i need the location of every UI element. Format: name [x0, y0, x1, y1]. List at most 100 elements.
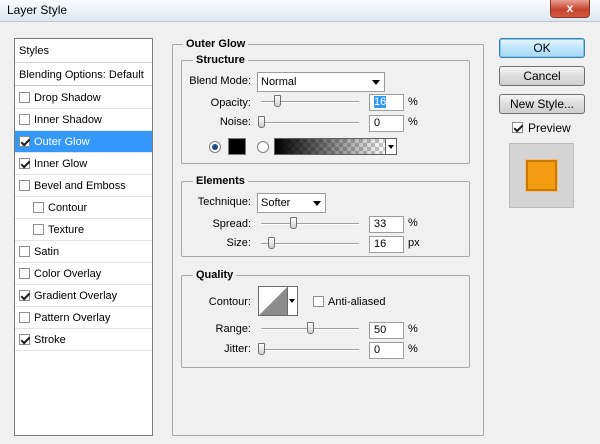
preview-checkbox[interactable] — [512, 122, 523, 133]
styles-header[interactable]: Styles — [15, 39, 152, 63]
inner-glow-checkbox[interactable] — [19, 158, 30, 169]
ok-button[interactable]: OK — [499, 38, 585, 58]
style-item-satin[interactable]: Satin — [15, 241, 152, 263]
style-item-label: Texture — [48, 224, 85, 236]
close-icon: x — [566, 1, 574, 15]
opacity-value: 16 — [374, 96, 387, 108]
opacity-unit: % — [408, 96, 418, 108]
style-preview — [509, 143, 574, 208]
slider-track — [261, 349, 359, 351]
slider-thumb[interactable] — [258, 116, 265, 128]
range-slider[interactable] — [261, 322, 359, 334]
style-item-label: Pattern Overlay — [34, 312, 111, 324]
style-item-outer-glow[interactable]: Outer Glow — [15, 131, 152, 153]
outer-glow-checkbox[interactable] — [19, 136, 30, 147]
glow-gradient-picker[interactable] — [274, 138, 386, 155]
size-slider[interactable] — [261, 237, 359, 249]
technique-dropdown[interactable]: Softer — [257, 193, 326, 213]
glow-color-swatch[interactable] — [228, 138, 246, 155]
slider-thumb[interactable] — [307, 322, 314, 334]
contour-dropdown-button[interactable] — [288, 286, 298, 316]
blending-options-label: Blending Options: Default — [19, 69, 144, 81]
contour-checkbox[interactable] — [33, 202, 44, 213]
spread-label: Spread: — [212, 218, 251, 230]
style-item-color-overlay[interactable]: Color Overlay — [15, 263, 152, 285]
jitter-unit: % — [408, 343, 418, 355]
style-item-pattern-overlay[interactable]: Pattern Overlay — [15, 307, 152, 329]
structure-title: Structure — [193, 54, 248, 66]
noise-slider[interactable] — [258, 116, 359, 128]
jitter-label: Jitter: — [224, 343, 251, 355]
technique-value: Softer — [261, 197, 291, 209]
style-item-label: Stroke — [34, 334, 66, 346]
close-button[interactable]: x — [550, 0, 590, 18]
outer-glow-title: Outer Glow — [183, 38, 249, 50]
style-item-gradient-overlay[interactable]: Gradient Overlay — [15, 285, 152, 307]
style-item-drop-shadow[interactable]: Drop Shadow — [15, 87, 152, 109]
style-item-bevel-emboss[interactable]: Bevel and Emboss — [15, 175, 152, 197]
style-item-label: Gradient Overlay — [34, 290, 118, 302]
style-item-label: Satin — [34, 246, 60, 258]
range-value: 50 — [374, 324, 387, 336]
elements-title: Elements — [193, 175, 248, 187]
bevel-emboss-checkbox[interactable] — [19, 180, 30, 191]
quality-title: Quality — [193, 269, 237, 281]
size-input[interactable]: 16 — [369, 236, 404, 253]
new-style-button[interactable]: New Style... — [499, 94, 585, 114]
window-title: Layer Style — [7, 3, 68, 17]
spread-input[interactable]: 33 — [369, 216, 404, 233]
style-item-contour[interactable]: Contour — [15, 197, 152, 219]
color-overlay-checkbox[interactable] — [19, 268, 30, 279]
drop-shadow-checkbox[interactable] — [19, 92, 30, 103]
spread-unit: % — [408, 217, 418, 229]
satin-checkbox[interactable] — [19, 246, 30, 257]
jitter-input[interactable]: 0 — [369, 342, 404, 359]
contour-preview[interactable] — [258, 286, 288, 316]
anti-aliased-label: Anti-aliased — [328, 296, 386, 308]
size-value: 16 — [374, 238, 387, 250]
inner-shadow-checkbox[interactable] — [19, 114, 30, 125]
opacity-input[interactable]: 16 — [369, 94, 404, 111]
texture-checkbox[interactable] — [33, 224, 44, 235]
blend-mode-label: Blend Mode: — [189, 75, 251, 87]
style-item-label: Inner Glow — [34, 158, 88, 170]
preview-swatch — [526, 160, 557, 191]
cancel-button[interactable]: Cancel — [499, 66, 585, 86]
style-item-label: Inner Shadow — [34, 114, 102, 126]
range-input[interactable]: 50 — [369, 322, 404, 339]
solid-color-radio[interactable] — [209, 141, 221, 153]
range-label: Range: — [215, 323, 251, 335]
slider-track — [261, 122, 359, 124]
blending-options-item[interactable]: Blending Options: Default — [15, 64, 152, 86]
style-item-label: Outer Glow — [34, 136, 90, 148]
spread-slider[interactable] — [261, 217, 359, 229]
spread-value: 33 — [374, 218, 387, 230]
style-item-inner-shadow[interactable]: Inner Shadow — [15, 109, 152, 131]
styles-list: Styles Blending Options: Default Drop Sh… — [14, 38, 153, 436]
slider-thumb[interactable] — [273, 95, 281, 107]
contour-label: Contour: — [208, 296, 251, 308]
gradient-overlay-checkbox[interactable] — [19, 290, 30, 301]
gradient-radio[interactable] — [257, 141, 269, 153]
jitter-slider[interactable] — [258, 343, 359, 355]
preview-label: Preview — [528, 121, 571, 135]
noise-value: 0 — [374, 117, 381, 129]
slider-thumb[interactable] — [267, 237, 275, 249]
stroke-checkbox[interactable] — [19, 334, 30, 345]
style-item-label: Drop Shadow — [34, 92, 101, 104]
slider-thumb[interactable] — [290, 217, 298, 229]
noise-label: Noise: — [219, 116, 251, 128]
pattern-overlay-checkbox[interactable] — [19, 312, 30, 323]
opacity-slider[interactable] — [261, 95, 359, 107]
noise-input[interactable]: 0 — [369, 115, 404, 132]
anti-aliased-checkbox[interactable] — [313, 296, 324, 307]
gradient-dropdown-button[interactable] — [385, 138, 397, 155]
style-item-inner-glow[interactable]: Inner Glow — [15, 153, 152, 175]
style-item-stroke[interactable]: Stroke — [15, 329, 152, 351]
style-item-texture[interactable]: Texture — [15, 219, 152, 241]
jitter-value: 0 — [374, 344, 381, 356]
slider-thumb[interactable] — [258, 343, 265, 355]
blend-mode-dropdown[interactable]: Normal — [257, 72, 385, 92]
blend-mode-value: Normal — [261, 76, 297, 88]
technique-label: Technique: — [197, 196, 251, 208]
